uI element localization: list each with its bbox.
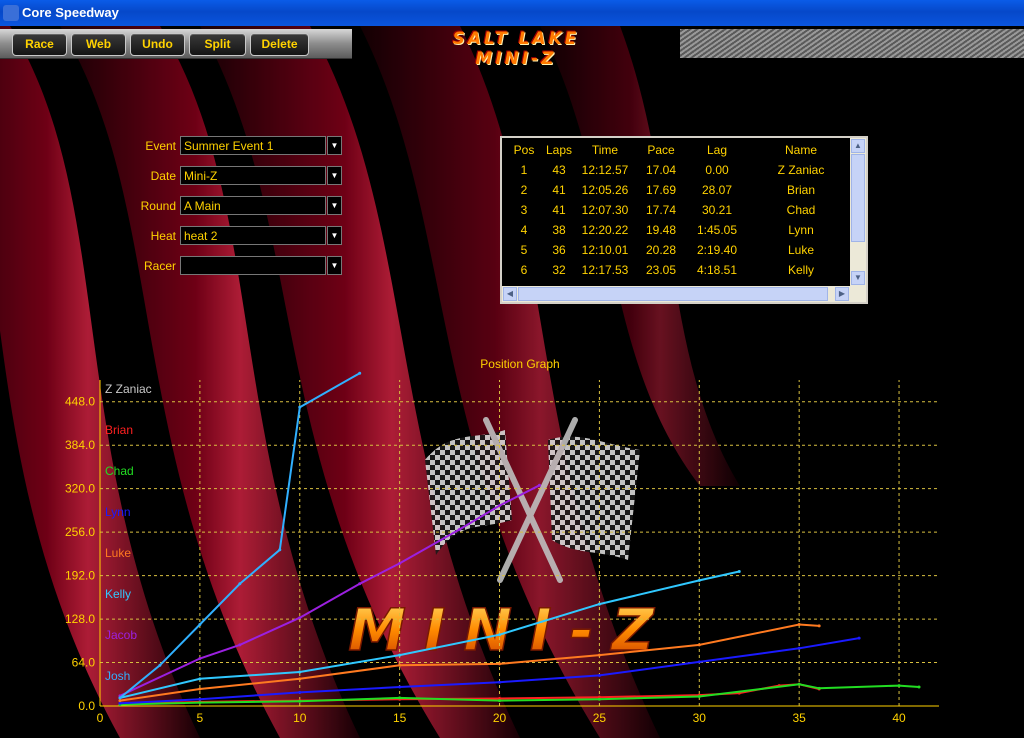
data-point (917, 685, 921, 689)
data-point (298, 405, 302, 409)
position-graph: MINI-Z 0 5 10 15 20 25 30 35 40 0.0 64.0 128.0 192.0… (65, 371, 939, 725)
data-point (118, 696, 122, 700)
data-point (238, 582, 242, 586)
data-point (597, 653, 601, 657)
x-tick-label: 5 (197, 711, 204, 725)
data-point (398, 561, 402, 565)
legend-entry: Jacob (105, 628, 137, 642)
data-point (797, 682, 801, 686)
y-tick-label: 320.0 (65, 482, 95, 496)
y-tick-label: 384.0 (65, 438, 95, 452)
checkered-flags-icon (425, 417, 640, 583)
data-point (737, 570, 741, 574)
y-tick-label: 128.0 (65, 612, 95, 626)
x-tick-label: 15 (393, 711, 407, 725)
data-point (498, 699, 502, 703)
data-point (817, 624, 821, 628)
legend-entry: Chad (105, 464, 134, 478)
y-tick-label: 448.0 (65, 395, 95, 409)
data-point (458, 527, 462, 531)
data-point (498, 633, 502, 637)
data-point (398, 663, 402, 667)
data-point (298, 699, 302, 703)
data-point (498, 504, 502, 508)
data-point (198, 701, 202, 705)
data-point (298, 690, 302, 694)
x-tick-label: 25 (593, 711, 607, 725)
data-point (597, 697, 601, 701)
data-point (697, 578, 701, 582)
mini-z-emblem: MINI-Z (347, 595, 672, 665)
data-point (398, 685, 402, 689)
legend-entry: Brian (105, 423, 133, 437)
data-point (238, 643, 242, 647)
data-point (118, 701, 122, 705)
data-point (498, 662, 502, 666)
data-point (198, 623, 202, 626)
y-tick-label: 0.0 (78, 699, 95, 713)
legend-entry: Luke (105, 546, 131, 560)
data-point (697, 694, 701, 698)
series-line-josh (119, 372, 361, 699)
data-point (597, 673, 601, 677)
x-tick-label: 10 (293, 711, 307, 725)
data-point (897, 684, 901, 688)
x-tick-label: 20 (493, 711, 507, 725)
data-point (358, 371, 362, 375)
data-point (118, 699, 122, 703)
data-point (278, 548, 282, 552)
emblem-text: MINI-Z (348, 596, 672, 664)
y-tick-label: 256.0 (65, 525, 95, 539)
x-tick-label: 40 (892, 711, 906, 725)
data-point (198, 687, 202, 691)
data-point (697, 643, 701, 647)
data-point (198, 697, 202, 701)
data-point (298, 616, 302, 620)
data-point (358, 582, 362, 586)
data-point (158, 663, 162, 667)
data-point (857, 636, 861, 640)
data-point (498, 680, 502, 684)
legend-entry: Kelly (105, 587, 131, 601)
legend-entry: Z Zaniac (105, 382, 152, 396)
data-point (817, 686, 821, 690)
data-point (298, 677, 302, 681)
legend-entry: Josh (105, 669, 130, 683)
data-point (198, 677, 202, 681)
legend-entry: Lynn (105, 505, 131, 519)
data-point (398, 653, 402, 657)
x-tick-label: 0 (97, 711, 104, 725)
data-point (198, 656, 202, 660)
y-tick-label: 64.0 (72, 656, 96, 670)
data-point (797, 646, 801, 650)
data-point (537, 483, 541, 487)
data-point (597, 602, 601, 606)
data-point (797, 623, 801, 626)
y-tick-label: 192.0 (65, 569, 95, 583)
x-tick-label: 30 (693, 711, 707, 725)
data-point (697, 660, 701, 664)
x-tick-label: 35 (792, 711, 806, 725)
data-point (398, 696, 402, 700)
data-point (298, 670, 302, 674)
